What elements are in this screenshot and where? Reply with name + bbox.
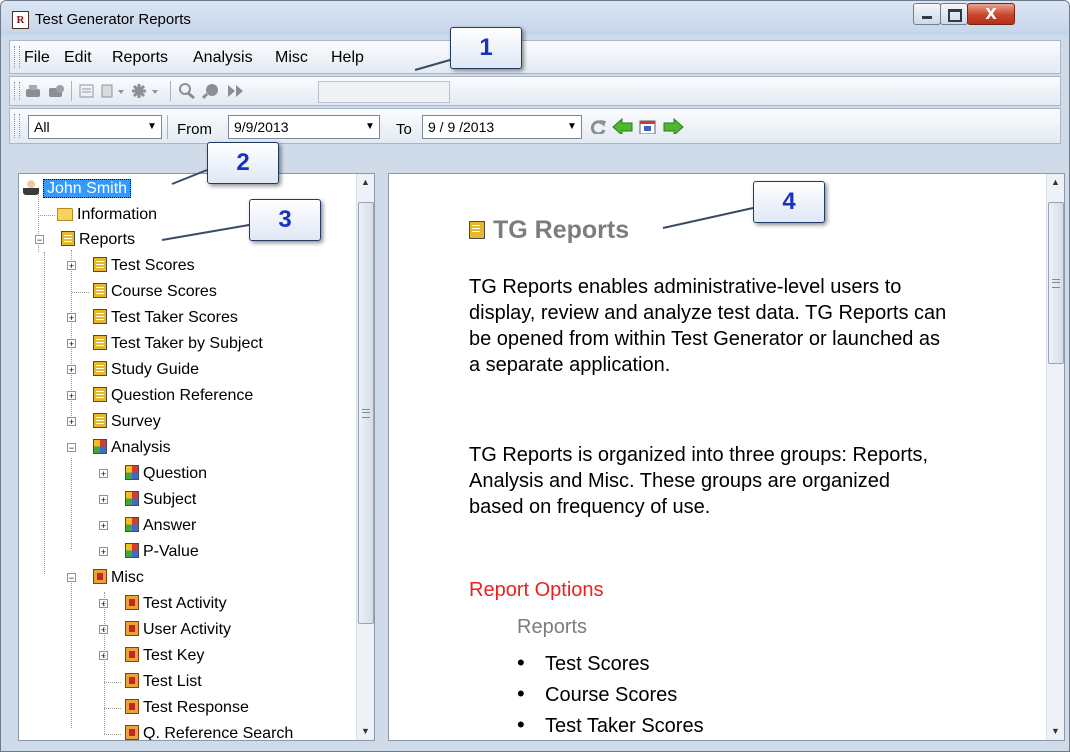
callout-3: 3 xyxy=(249,199,321,241)
callout-1: 1 xyxy=(450,27,522,69)
callout-4: 4 xyxy=(753,181,825,223)
callout-2: 2 xyxy=(207,142,279,184)
callout-leaders xyxy=(161,59,754,241)
